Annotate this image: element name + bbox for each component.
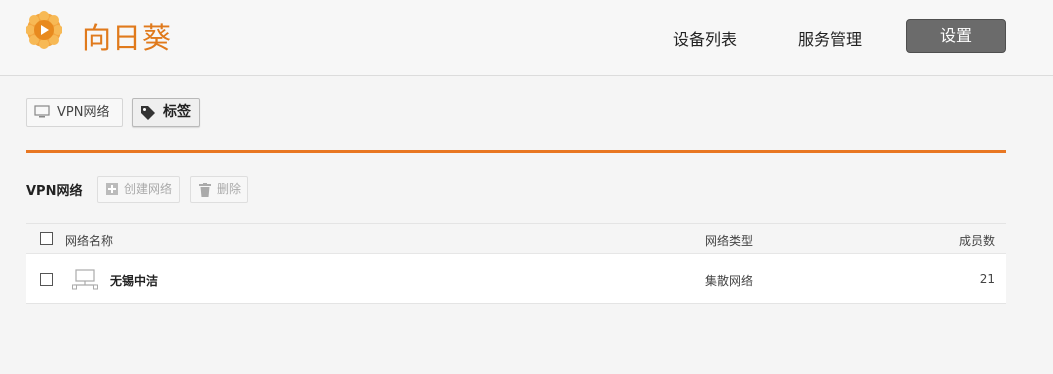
- column-header-type[interactable]: 网络类型: [705, 232, 753, 249]
- nav-settings-button[interactable]: 设置: [906, 19, 1006, 53]
- accent-divider: [26, 150, 1006, 153]
- network-icon: [72, 269, 98, 290]
- nav-device-list[interactable]: 设备列表: [673, 26, 737, 50]
- tab-vpn-label: VPN网络: [57, 105, 110, 120]
- tab-tags[interactable]: 标签: [132, 98, 200, 127]
- nav-service-management[interactable]: 服务管理: [798, 26, 862, 50]
- tab-tags-label: 标签: [163, 104, 191, 120]
- trash-icon: [199, 183, 211, 197]
- network-table: 网络名称 网络类型 成员数 无锡中洁 集散网络 21: [26, 223, 1006, 304]
- create-network-button[interactable]: 创建网络: [97, 176, 180, 203]
- tab-vpn-network[interactable]: VPN网络: [26, 98, 123, 127]
- tag-icon: [141, 106, 155, 120]
- select-all-checkbox[interactable]: [40, 232, 53, 245]
- table-header: 网络名称 网络类型 成员数: [26, 224, 1006, 254]
- column-header-name[interactable]: 网络名称: [65, 232, 113, 249]
- row-checkbox[interactable]: [40, 273, 53, 286]
- monitor-icon: [34, 105, 50, 118]
- sunflower-logo[interactable]: [26, 10, 62, 56]
- plus-square-icon: [106, 183, 118, 195]
- top-header: 向日葵 设备列表 服务管理 设置: [0, 0, 1053, 76]
- table-row[interactable]: 无锡中洁 集散网络 21: [26, 255, 1006, 305]
- network-type: 集散网络: [705, 274, 754, 288]
- create-network-label: 创建网络: [124, 182, 173, 196]
- delete-label: 删除: [217, 182, 242, 196]
- member-count: 21: [979, 272, 995, 286]
- section-title: VPN网络: [26, 184, 83, 199]
- delete-button[interactable]: 删除: [190, 176, 248, 203]
- brand-name: 向日葵: [82, 21, 173, 55]
- column-header-members[interactable]: 成员数: [959, 232, 995, 249]
- network-name-link[interactable]: 无锡中洁: [110, 272, 158, 289]
